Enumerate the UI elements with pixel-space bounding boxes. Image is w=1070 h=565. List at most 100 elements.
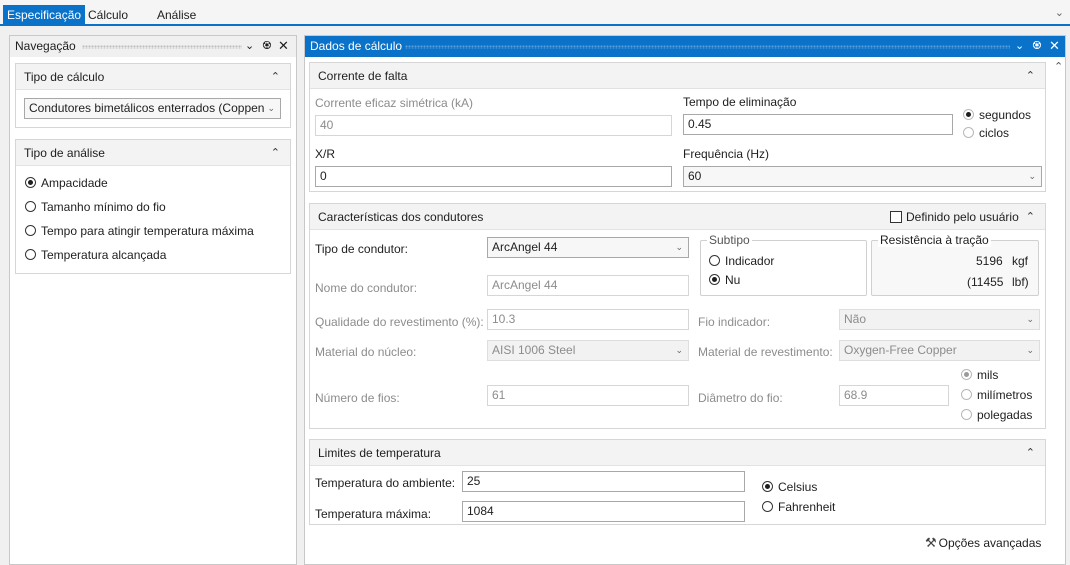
wire-diameter-input[interactable]: 68.9 [839,385,949,406]
cladding-material-select[interactable]: Oxygen-Free Copper ⌄ [839,340,1040,361]
temperature-limits-header[interactable]: Limites de temperatura ⌃ [310,440,1045,466]
radio-ampacidade[interactable]: Ampacidade [25,176,108,190]
radio-dot [25,177,36,188]
chevron-up-icon[interactable]: ⌃ [1026,204,1035,230]
calc-type-value: Condutores bimetálicos enterrados (Coppe… [29,101,265,115]
analysis-type-header[interactable]: Tipo de análise ⌃ [16,140,290,166]
grip-dots [82,45,242,49]
tensile-lbf-unit: lbf) [1012,275,1029,289]
tensile-kgf-unit: kgf [1012,254,1029,268]
conductor-name-label: Nome do condutor: [315,281,418,295]
radio-dot [961,389,972,400]
advanced-options-link[interactable]: ⚒ Opções avançadas [925,535,1041,551]
conductor-header-label: Características dos condutores [318,210,484,224]
chevron-down-icon[interactable]: ⌄ [1055,6,1064,19]
subtype-fieldset: Subtipo Indicador Nu [700,233,867,296]
tab-especificacao[interactable]: Especificação [3,5,86,26]
chevron-down-icon: ⌄ [267,103,275,113]
conductor-header[interactable]: Características dos condutores Definido … [310,204,1045,230]
tab-analise[interactable]: Análise [153,5,200,26]
tab-calculo[interactable]: Cálculo [84,5,132,26]
radio-dot [762,501,773,512]
user-defined-checkbox[interactable]: Definido pelo usuário [890,204,1019,230]
indicator-wire-select[interactable]: Não ⌄ [839,309,1040,330]
max-temp-input[interactable]: 1084 [462,501,745,522]
close-icon[interactable]: ✕ [278,36,289,56]
chevron-down-icon: ⌄ [675,345,683,355]
radio-dot [25,201,36,212]
frequency-select[interactable]: 60 ⌄ [683,166,1042,187]
tensile-strength-legend: Resistência à tração [878,233,991,247]
chevron-up-icon[interactable]: ⌃ [271,64,280,90]
fault-current-header[interactable]: Corrente de falta ⌃ [310,63,1045,89]
temperature-limits-header-label: Limites de temperatura [318,446,441,460]
coating-quality-input[interactable]: 10.3 [487,309,689,330]
radio-tamanho-minimo[interactable]: Tamanho mínimo do fio [25,200,166,214]
analysis-type-header-label: Tipo de análise [24,146,105,160]
dropdown-icon[interactable]: ⌄ [1015,36,1024,56]
radio-nu[interactable]: Nu [709,273,740,287]
frequency-label: Frequência (Hz) [683,147,770,161]
radio-dot [963,127,974,138]
scroll-up-icon[interactable]: ⌃ [1054,60,1063,73]
radio-milimetros[interactable]: milímetros [961,388,1032,402]
core-material-label: Material do núcleo: [315,345,417,359]
dropdown-icon[interactable]: ⌄ [245,36,254,56]
radio-indicador[interactable]: Indicador [709,254,774,268]
advanced-options-label: Opções avançadas [938,536,1042,550]
pin-icon[interactable]: ♼ [262,36,272,56]
indicator-wire-label: Fio indicador: [698,315,771,329]
chevron-down-icon: ⌄ [675,242,683,252]
subtype-legend: Subtipo [707,233,752,247]
conductor-name-input[interactable]: ArcAngel 44 [487,275,689,296]
tensile-lbf-value: (11455 [967,275,1004,289]
radio-ciclos[interactable]: ciclos [963,126,1009,140]
xr-label: X/R [315,147,336,161]
radio-segundos[interactable]: segundos [963,108,1031,122]
radio-label: Ampacidade [41,176,108,190]
calc-title-bar: Dados de cálculo ⌄ ♼ ✕ [305,36,1065,57]
radio-tempo-temperatura[interactable]: Tempo para atingir temperatura máxima [25,224,254,238]
grip-dots [405,45,1010,49]
radio-label: Tamanho mínimo do fio [41,200,166,214]
xr-input[interactable]: 0 [315,166,672,187]
calc-type-header[interactable]: Tipo de cálculo ⌃ [16,64,290,90]
radio-dot [709,255,720,266]
conductor-type-value: ArcAngel 44 [492,240,558,254]
calc-type-group: Tipo de cálculo ⌃ Condutores bimetálicos… [15,63,291,128]
radio-mils[interactable]: mils [961,368,998,382]
calc-type-select[interactable]: Condutores bimetálicos enterrados (Coppe… [24,98,281,119]
radio-dot [25,225,36,236]
conductor-type-select[interactable]: ArcAngel 44 ⌄ [487,237,689,258]
chevron-down-icon: ⌄ [1028,171,1036,181]
core-material-value: AISI 1006 Steel [492,343,576,357]
chevron-down-icon: ⌄ [1026,314,1034,324]
chevron-up-icon[interactable]: ⌃ [1026,63,1035,89]
rms-current-input[interactable]: 40 [315,115,672,136]
chevron-down-icon: ⌄ [1026,345,1034,355]
radio-dot [709,274,720,285]
radio-celsius[interactable]: Celsius [762,480,817,494]
max-temp-label: Temperatura máxima: [315,507,432,521]
radio-dot [963,109,974,120]
radio-fahrenheit[interactable]: Fahrenheit [762,500,835,514]
radio-polegadas[interactable]: polegadas [961,408,1032,422]
close-icon[interactable]: ✕ [1049,36,1060,56]
radio-dot [961,409,972,420]
radio-label: mils [977,368,999,382]
clearing-time-input[interactable]: 0.45 [683,114,953,135]
ambient-temp-input[interactable]: 25 [462,471,745,492]
calc-title: Dados de cálculo [310,39,403,53]
chevron-up-icon[interactable]: ⌃ [1026,440,1035,466]
navigation-title-bar: Navegação ⌄ ♼ ✕ [10,36,296,57]
cladding-material-label: Material de revestimento: [698,345,833,359]
core-material-select[interactable]: AISI 1006 Steel ⌄ [487,340,689,361]
strand-count-input[interactable]: 61 [487,385,689,406]
coating-quality-label: Qualidade do revestimento (%): [315,315,484,329]
radio-label: Nu [725,273,741,287]
radio-temperatura-alcancada[interactable]: Temperatura alcançada [25,248,166,262]
radio-label: ciclos [979,126,1010,140]
tools-icon: ⚒ [925,535,937,550]
chevron-up-icon[interactable]: ⌃ [271,140,280,166]
pin-icon[interactable]: ♼ [1032,36,1042,56]
